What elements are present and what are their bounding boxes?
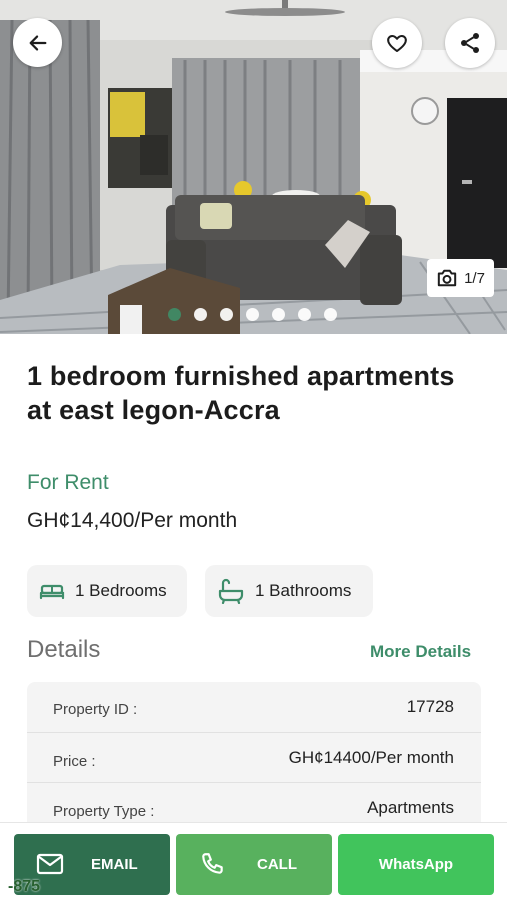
listing-price: GH¢14,400/Per month xyxy=(27,509,238,532)
phone-icon xyxy=(202,853,223,874)
mail-icon xyxy=(36,853,64,875)
listing-type: For Rent xyxy=(27,471,109,494)
detail-value: 17728 xyxy=(406,697,454,716)
whatsapp-button[interactable]: WhatsApp xyxy=(338,834,494,895)
bedrooms-label: 1 Bedrooms xyxy=(75,581,167,600)
contact-action-bar: EMAIL CALL WhatsApp xyxy=(0,822,507,900)
more-details-link[interactable]: More Details xyxy=(370,642,471,662)
pagination-dot[interactable] xyxy=(220,308,233,321)
detail-row-price: Price : GH¢14400/Per month xyxy=(27,732,481,782)
detail-value: Apartments xyxy=(367,798,454,817)
photo-counter[interactable]: 1/7 xyxy=(427,259,494,297)
heart-outline-icon xyxy=(387,35,407,52)
details-heading: Details xyxy=(27,636,101,663)
favorite-button[interactable] xyxy=(372,18,422,68)
detail-value: GH¢14400/Per month xyxy=(288,748,454,767)
back-button[interactable] xyxy=(13,18,62,67)
listing-title: 1 bedroom furnished apartments at east l… xyxy=(27,361,455,425)
detail-label: Property ID : xyxy=(53,701,138,718)
arrow-left-icon xyxy=(29,34,46,51)
mail-icon-wrap xyxy=(36,853,64,879)
bed-icon xyxy=(39,584,65,600)
phone-icon-wrap xyxy=(200,851,226,881)
overlay-code: -875 xyxy=(8,878,41,895)
detail-label: Property Type : xyxy=(53,803,155,820)
share-button[interactable] xyxy=(445,18,495,68)
bathtub-icon xyxy=(218,578,244,604)
pagination-dot[interactable] xyxy=(324,308,337,321)
pagination-dot[interactable] xyxy=(298,308,311,321)
details-table: Property ID : 17728 Price : GH¢14400/Per… xyxy=(27,682,481,832)
call-button[interactable]: CALL xyxy=(176,834,332,895)
pagination-dot[interactable] xyxy=(272,308,285,321)
share-icon xyxy=(461,33,479,53)
pagination-dot[interactable] xyxy=(194,308,207,321)
bedrooms-chip: 1 Bedrooms xyxy=(27,565,187,617)
email-label: EMAIL xyxy=(91,856,138,873)
detail-row-property-id: Property ID : 17728 xyxy=(27,682,481,732)
bathrooms-chip: 1 Bathrooms xyxy=(205,565,373,617)
pagination-dot[interactable] xyxy=(246,308,259,321)
photo-counter-text: 1/7 xyxy=(464,269,485,287)
camera-icon xyxy=(437,269,457,287)
call-label: CALL xyxy=(257,856,297,873)
bathrooms-label: 1 Bathrooms xyxy=(255,581,352,600)
property-photo-gallery[interactable]: 1/7 xyxy=(0,0,507,334)
whatsapp-label: WhatsApp xyxy=(378,856,454,873)
gallery-pagination xyxy=(168,308,337,321)
detail-label: Price : xyxy=(53,753,96,770)
pagination-dot-active[interactable] xyxy=(168,308,181,321)
